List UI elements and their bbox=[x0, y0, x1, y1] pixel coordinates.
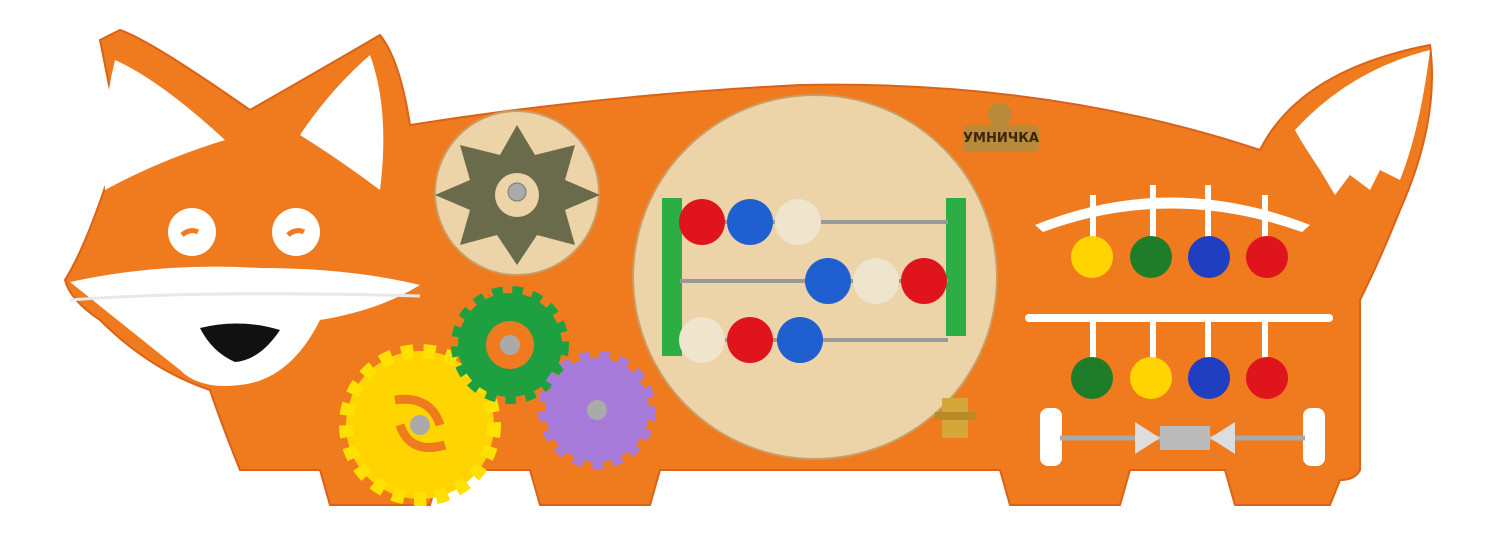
purple-gear[interactable] bbox=[538, 351, 656, 469]
logo-text: УМНИЧКА bbox=[963, 131, 1039, 146]
left-eye bbox=[168, 208, 216, 256]
right-eye bbox=[272, 208, 320, 256]
glitter-spinner[interactable] bbox=[434, 110, 600, 276]
center-screw-icon bbox=[507, 182, 527, 202]
fox-busy-board: УМНИЧКА bbox=[63, 28, 1433, 506]
green-gear[interactable] bbox=[451, 286, 569, 404]
